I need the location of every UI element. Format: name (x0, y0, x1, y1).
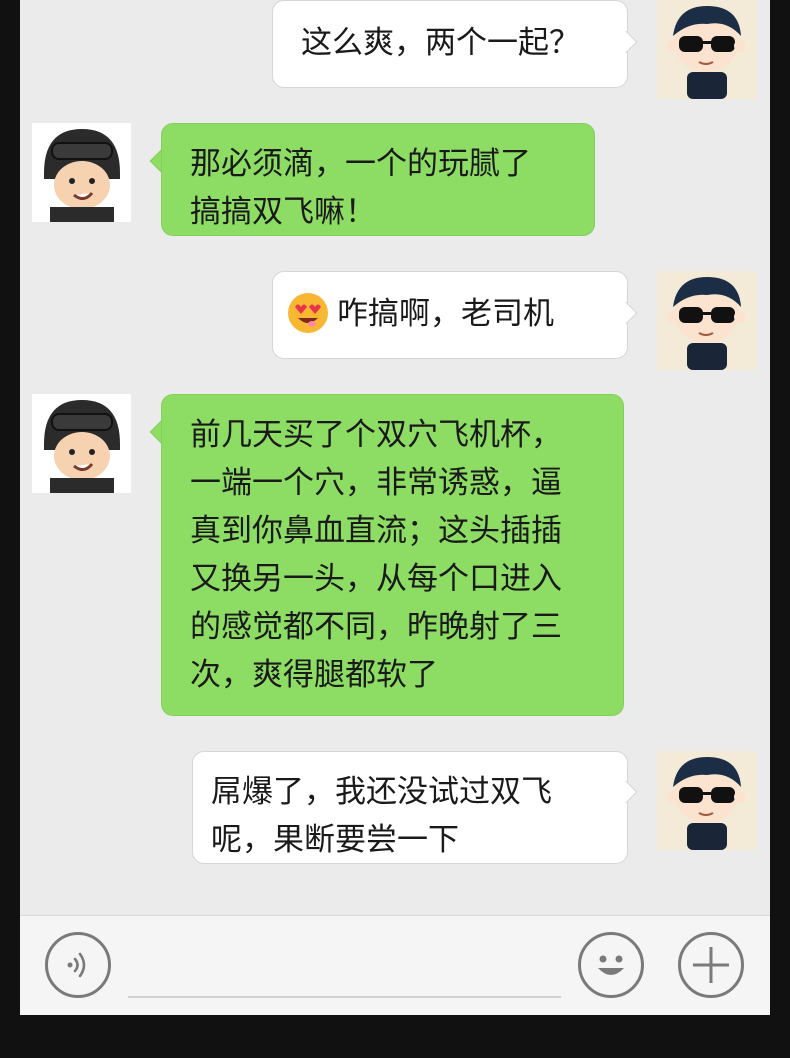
message-line: 呢，果断要尝一下 (211, 822, 459, 858)
heart-eyes-emoji-icon (288, 292, 328, 333)
message-line: 次，爽得腿都软了 (190, 657, 438, 693)
boy-sunglasses-avatar-icon (657, 271, 756, 370)
message-input[interactable] (128, 936, 561, 996)
message-line: 搞搞双飞嘛！ (190, 194, 376, 230)
message-bubble[interactable]: 前几天买了个双穴飞机杯， 一端一个穴，非常诱惑，逼 真到你鼻血直流；这头插插 又… (161, 394, 624, 716)
message-line: 前几天买了个双穴飞机杯， (190, 417, 562, 453)
soldier-avatar-icon (32, 394, 131, 493)
input-toolbar (20, 915, 770, 1015)
message-bubble[interactable]: 那必须滴，一个的玩腻了 搞搞双飞嘛！ (161, 123, 595, 236)
message-bubble[interactable]: 屌爆了，我还没试过双飞 呢，果断要尝一下 (192, 751, 628, 864)
avatar-soldier[interactable] (32, 394, 131, 493)
avatar-soldier[interactable] (32, 123, 131, 222)
message-bubble[interactable]: 咋搞啊，老司机 (272, 271, 628, 359)
message-line: 屌爆了，我还没试过双飞 (211, 774, 552, 810)
message-line: 的感觉都不同，昨晚射了三 (190, 609, 562, 645)
message-bubble[interactable]: 这么爽，两个一起？ (272, 0, 628, 88)
emoji-button[interactable] (578, 932, 644, 998)
message-line: 那必须滴，一个的玩腻了 (190, 146, 531, 182)
smiley-icon (598, 955, 624, 975)
message-line: 真到你鼻血直流；这头插插 (190, 513, 562, 549)
voice-icon (67, 952, 86, 978)
message-text: 这么爽，两个一起？ (301, 25, 580, 61)
message-text: 咋搞啊，老司机 (337, 296, 554, 332)
message-line: 一端一个穴，非常诱惑，逼 (190, 465, 562, 501)
boy-sunglasses-avatar-icon (657, 0, 756, 99)
voice-button[interactable] (45, 932, 111, 998)
chat-screen: 这么爽，两个一起？ 那必须滴，一个的玩腻了 搞搞双飞嘛！ 咋搞啊，老司机 前几天… (20, 0, 770, 1015)
avatar-me[interactable] (657, 271, 756, 370)
avatar-me[interactable] (657, 751, 756, 850)
message-list[interactable]: 这么爽，两个一起？ 那必须滴，一个的玩腻了 搞搞双飞嘛！ 咋搞啊，老司机 前几天… (20, 0, 770, 915)
avatar-me[interactable] (657, 0, 756, 99)
plus-button[interactable] (678, 932, 744, 998)
message-line: 又换另一头，从每个口进入 (190, 561, 562, 597)
boy-sunglasses-avatar-icon (657, 751, 756, 850)
plus-icon (693, 947, 729, 983)
input-underline (128, 996, 561, 998)
soldier-avatar-icon (32, 123, 131, 222)
